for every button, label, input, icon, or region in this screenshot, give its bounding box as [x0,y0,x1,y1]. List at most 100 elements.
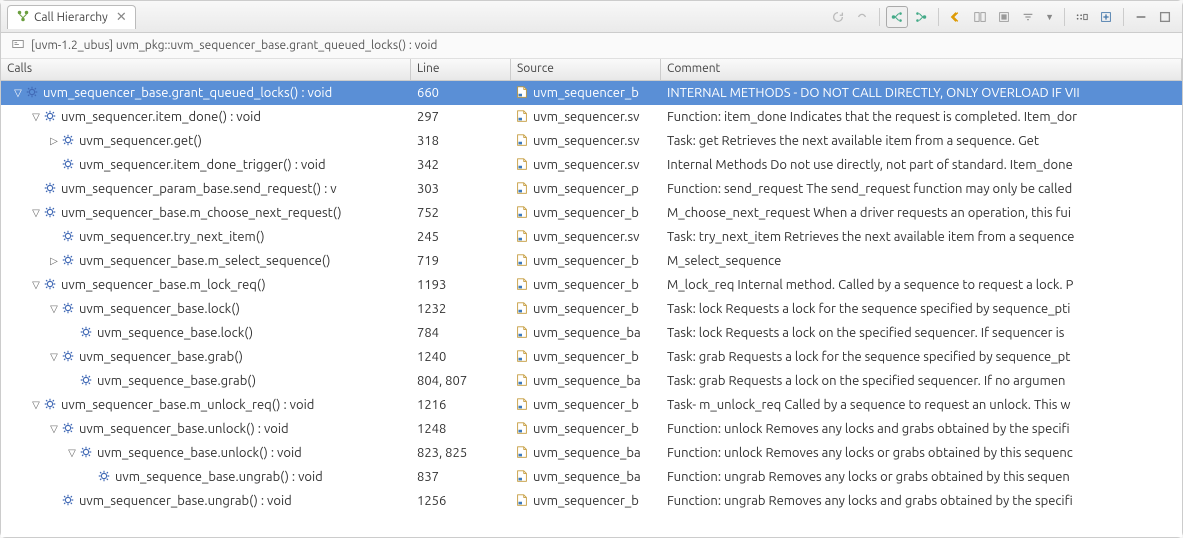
line-number: 245 [411,230,511,244]
line-number: 784 [411,326,511,340]
comment-text: INTERNAL METHODS - DO NOT CALL DIRECTLY,… [661,86,1182,100]
file-icon [515,181,529,198]
table-row[interactable]: ▷uvm_sequencer.get()318uvm_sequencer.svT… [1,129,1182,153]
call-label: uvm_sequencer_base.grant_queued_locks() … [39,86,332,100]
header-source[interactable]: Source [511,59,661,80]
callees-mode-button[interactable] [910,6,932,28]
dropdown-arrow-icon[interactable]: ▼ [1041,12,1058,22]
table-row[interactable]: ▽ uvm_sequencer_base.grant_queued_locks()… [1,81,1182,105]
table-header: Calls Line Source Comment [1,59,1182,81]
call-tree[interactable]: ▽ uvm_sequencer_base.grant_queued_locks()… [1,81,1182,537]
call-label: uvm_sequencer_base.m_lock_req() [57,278,266,292]
expand-icon[interactable]: ▷ [47,255,61,267]
collapse-icon[interactable]: ▽ [29,279,43,291]
file-icon [515,349,529,366]
table-row[interactable]: ▽uvm_sequencer.item_done() : void297uvm_… [1,105,1182,129]
gear-icon [61,157,75,174]
separator [1064,8,1065,26]
filter-button[interactable] [1017,6,1039,28]
source-file: uvm_sequencer_p [533,182,639,196]
layout-button[interactable] [969,6,991,28]
minimize-button[interactable] [1130,6,1152,28]
table-row[interactable]: uvm_sequencer.try_next_item()245uvm_sequ… [1,225,1182,249]
collapse-icon[interactable]: ▽ [47,423,61,435]
comment-text: Task: lock Requests a lock on the specif… [661,326,1182,340]
expand-icon[interactable]: ▷ [47,135,61,147]
call-label: uvm_sequencer_param_base.send_request() … [57,182,337,196]
call-label: uvm_sequencer_base.m_select_sequence() [75,254,331,268]
source-file: uvm_sequencer_b [533,86,639,100]
source-file: uvm_sequencer.sv [533,230,639,244]
table-row[interactable]: uvm_sequence_base.ungrab() : void837uvm_… [1,465,1182,489]
header-calls[interactable]: Calls [1,59,411,80]
collapse-icon[interactable]: ▽ [29,207,43,219]
expand-button[interactable] [1095,6,1117,28]
view-menu-button[interactable] [1071,6,1093,28]
tab-bar: Call Hierarchy ✕ ▼ [1,1,1182,33]
file-icon [515,157,529,174]
call-label: uvm_sequencer_base.m_choose_next_request… [57,206,342,220]
pin-button[interactable] [993,6,1015,28]
collapse-icon[interactable]: ▽ [47,303,61,315]
table-row[interactable]: ▽uvm_sequencer_base.lock()1232uvm_sequen… [1,297,1182,321]
call-label: uvm_sequencer.item_done() : void [57,110,261,124]
source-file: uvm_sequence_ba [533,374,641,388]
source-file: uvm_sequencer_b [533,278,639,292]
callers-mode-button[interactable] [886,6,908,28]
table-row[interactable]: uvm_sequencer.item_done_trigger() : void… [1,153,1182,177]
cancel-button[interactable] [851,6,873,28]
call-label: uvm_sequencer_base.ungrab() : void [75,494,292,508]
line-number: 1256 [411,494,511,508]
call-label: uvm_sequence_base.lock() [93,326,253,340]
call-label: uvm_sequencer.get() [75,134,202,148]
table-row[interactable]: uvm_sequencer_param_base.send_request() … [1,177,1182,201]
line-number: 1248 [411,422,511,436]
table-row[interactable]: uvm_sequence_base.grab()804, 807uvm_sequ… [1,369,1182,393]
close-icon[interactable]: ✕ [112,10,127,25]
source-file: uvm_sequencer.sv [533,110,639,124]
header-line[interactable]: Line [411,59,511,80]
breadcrumb: [uvm-1.2_ubus] uvm_pkg::uvm_sequencer_ba… [1,33,1182,59]
comment-text: Task: try_next_item Retrieves the next a… [661,230,1182,244]
collapse-icon[interactable]: ▽ [29,399,43,411]
comment-text: M_choose_next_request When a driver requ… [661,206,1182,220]
file-icon [515,397,529,414]
table-row[interactable]: uvm_sequence_base.lock()784uvm_sequence_… [1,321,1182,345]
source-file: uvm_sequencer.sv [533,134,639,148]
table-row[interactable]: ▽uvm_sequencer_base.m_unlock_req() : voi… [1,393,1182,417]
gear-icon [61,349,75,366]
header-comment[interactable]: Comment [661,59,1182,80]
comment-text: Function: item_done Indicates that the r… [661,110,1182,124]
table-row[interactable]: uvm_sequencer_base.ungrab() : void1256uv… [1,489,1182,513]
source-file: uvm_sequencer.sv [533,158,639,172]
collapse-icon[interactable]: ▽ [11,87,25,99]
line-number: 804, 807 [411,374,511,388]
table-row[interactable]: ▷uvm_sequencer_base.m_select_sequence()7… [1,249,1182,273]
history-back-button[interactable] [945,6,967,28]
gear-icon [25,85,39,102]
line-number: 1232 [411,302,511,316]
table-row[interactable]: ▽uvm_sequence_base.unlock() : void823, 8… [1,441,1182,465]
file-icon [515,277,529,294]
collapse-icon[interactable]: ▽ [47,351,61,363]
call-label: uvm_sequencer_base.unlock() : void [75,422,289,436]
file-icon [515,133,529,150]
table-row[interactable]: ▽uvm_sequencer_base.grab()1240uvm_sequen… [1,345,1182,369]
gear-icon [61,421,75,438]
table-row[interactable]: ▽uvm_sequencer_base.unlock() : void1248u… [1,417,1182,441]
collapse-icon[interactable]: ▽ [65,447,79,459]
gear-icon [61,301,75,318]
collapse-icon[interactable]: ▽ [29,111,43,123]
line-number: 303 [411,182,511,196]
refresh-button[interactable] [827,6,849,28]
call-hierarchy-view: Call Hierarchy ✕ ▼ [uvm-1.2_ubus] [0,0,1183,538]
source-file: uvm_sequencer_b [533,302,639,316]
maximize-button[interactable] [1154,6,1176,28]
line-number: 752 [411,206,511,220]
line-number: 342 [411,158,511,172]
tab-call-hierarchy[interactable]: Call Hierarchy ✕ [7,5,136,29]
gear-icon [43,397,57,414]
table-row[interactable]: ▽ uvm_sequencer_base.m_choose_next_reques… [1,201,1182,225]
gear-icon [43,109,57,126]
table-row[interactable]: ▽uvm_sequencer_base.m_lock_req()1193uvm_… [1,273,1182,297]
